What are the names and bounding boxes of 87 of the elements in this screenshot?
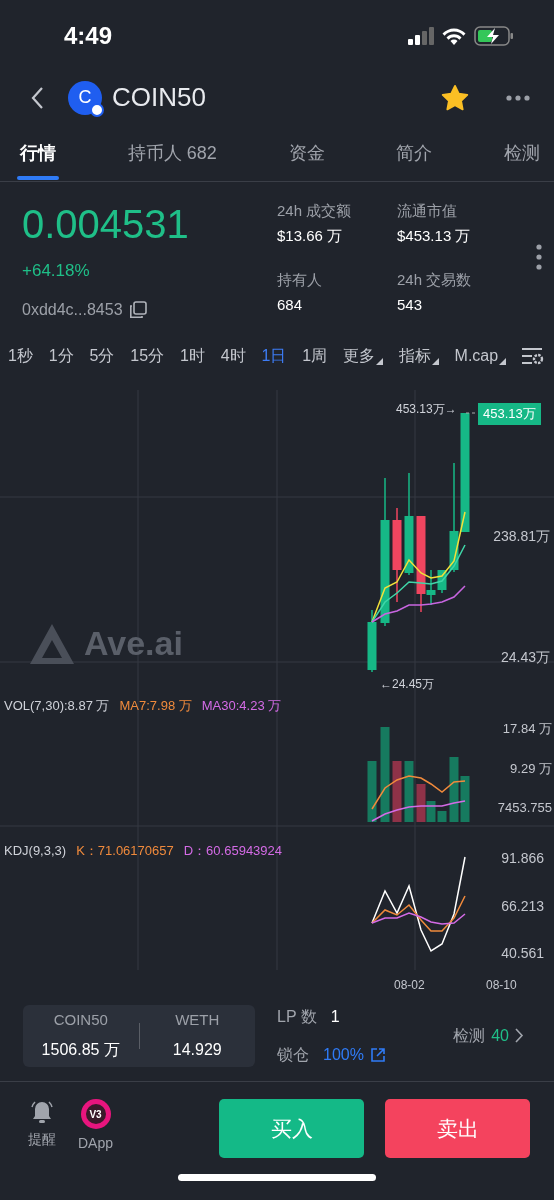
coin-avatar: C: [68, 80, 102, 115]
contract-address: 0xdd4c...8453: [22, 299, 123, 320]
axis-label: 9.29 万: [510, 760, 552, 778]
chart-watermark: Ave.ai: [84, 623, 183, 664]
timeframe-tab[interactable]: 1分: [48, 344, 74, 368]
tab[interactable]: 持币人 682: [127, 125, 217, 181]
axis-label: 40.561: [501, 944, 544, 963]
copy-icon[interactable]: [128, 300, 147, 319]
indicator-legend: K：71.06170657: [76, 841, 174, 861]
dapp-logo: V3: [80, 1099, 111, 1129]
metric-value: $453.13 万: [397, 225, 472, 246]
metric-value: 543: [397, 294, 424, 315]
current-price-tag: 453.13万: [478, 403, 541, 425]
star-icon[interactable]: [440, 83, 470, 112]
tab[interactable]: 简介: [396, 125, 433, 181]
tab-underline: [17, 176, 59, 180]
dropdown-button[interactable]: 更多: [342, 344, 383, 368]
volume-bar: [392, 761, 402, 822]
tab[interactable]: 行情: [20, 125, 56, 181]
indicator-legend: MA7:7.98 万: [119, 696, 192, 716]
date-label: 08-10: [486, 977, 517, 994]
token-amount: 1506.85 万: [41, 1039, 120, 1060]
corner-triangle-icon: [499, 358, 507, 365]
coin-title: COIN50: [112, 81, 206, 114]
candle: [367, 609, 377, 673]
lock-label: 锁仓: [277, 1044, 309, 1065]
dropdown-button[interactable]: 指标: [398, 344, 439, 368]
check-score: 40: [491, 1025, 509, 1046]
high-price-marker: 453.13万→: [396, 401, 457, 418]
lock-link[interactable]: 100%: [323, 1042, 386, 1067]
check-link[interactable]: 检测 40: [453, 1023, 524, 1048]
lp-label: LP 数: [277, 1006, 317, 1027]
token-symbol: WETH: [175, 1010, 220, 1031]
indicator-legend: KDJ(9,3,3): [4, 841, 67, 861]
volume-bar: [449, 757, 459, 822]
volume-bar: [367, 761, 377, 822]
corner-triangle-icon: [431, 358, 439, 365]
external-link-icon: [369, 1046, 386, 1063]
back-icon[interactable]: [30, 85, 44, 110]
battery-charging-icon: [474, 26, 514, 46]
timeframe-tab[interactable]: 4时: [220, 344, 246, 368]
corner-triangle-icon: [375, 358, 383, 365]
axis-label: 91.866: [501, 849, 544, 868]
wifi-icon: [442, 27, 466, 45]
timeframe-tab[interactable]: 15分: [130, 344, 165, 368]
axis-label: 24.43万: [500, 648, 550, 667]
metric-value: $13.66 万: [277, 225, 344, 246]
bell-icon: [29, 1099, 55, 1125]
axis-label: 66.213: [501, 897, 544, 916]
settings-icon[interactable]: [522, 347, 544, 365]
timeframe-tab[interactable]: 1日: [261, 344, 287, 368]
indicator-legend: VOL(7,30):8.87 万: [4, 696, 110, 716]
indicator-legend: MA30:4.23 万: [201, 696, 282, 716]
signal-icon: [408, 27, 434, 45]
status-time: 4:49: [64, 21, 113, 51]
metric-value: 684: [277, 294, 304, 315]
metric-label: 流通市值: [397, 201, 458, 221]
price-change: +64.18%: [22, 260, 91, 282]
axis-label: 238.81万: [493, 527, 550, 546]
metric-label: 24h 成交额: [277, 201, 353, 221]
volume-bar: [404, 761, 414, 822]
axis-label: 17.84 万: [502, 720, 552, 738]
more-vertical-icon[interactable]: [536, 244, 542, 270]
badge-icon: [90, 102, 104, 117]
metric-label: 24h 交易数: [397, 270, 473, 290]
token-amount: 14.929: [172, 1039, 222, 1060]
axis-label: 7453.755: [497, 799, 552, 817]
tab[interactable]: 检测: [504, 125, 540, 181]
nav-button[interactable]: 提醒: [28, 1099, 56, 1150]
more-icon[interactable]: [506, 94, 530, 101]
dropdown-button[interactable]: M.cap: [454, 344, 507, 368]
lp-value: 1: [330, 1006, 340, 1027]
timeframe-tab[interactable]: 5分: [89, 344, 115, 368]
sell-button[interactable]: 卖出: [385, 1099, 530, 1158]
timeframe-tab[interactable]: 1周: [302, 344, 328, 368]
indicator-legend: D：60.65943924: [183, 841, 283, 861]
metric-label: 持有人: [277, 270, 323, 290]
volume-bar: [460, 776, 470, 822]
timeframe-tab[interactable]: 1时: [179, 344, 205, 368]
date-label: 08-02: [394, 977, 425, 994]
token-symbol: COIN50: [53, 1010, 108, 1031]
price: 0.004531: [22, 201, 190, 248]
timeframe-tab[interactable]: 1秒: [8, 344, 33, 368]
tab[interactable]: 资金: [288, 125, 325, 181]
chevron-right-icon: [515, 1028, 524, 1043]
nav-button[interactable]: V3 DApp: [78, 1099, 114, 1154]
low-price-marker: ←24.45万: [380, 676, 435, 693]
